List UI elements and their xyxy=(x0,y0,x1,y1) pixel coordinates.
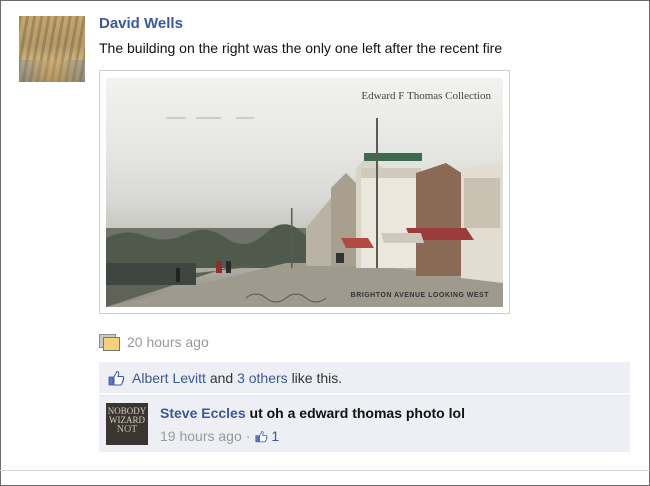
comment-meta: 19 hours ago · 1 xyxy=(160,428,279,444)
likes-connector: and xyxy=(209,369,234,386)
comment-text: ut oh a edward thomas photo lol xyxy=(249,405,465,421)
author-avatar[interactable] xyxy=(19,16,85,82)
comment-item: NOBODY WIZARD NOT Steve Eccles ut oh a e… xyxy=(99,395,630,452)
thumbs-up-icon[interactable] xyxy=(108,370,125,386)
post-photo-frame[interactable]: Edward F Thomas Collection BRIGHTON AVEN… xyxy=(99,70,510,314)
post-author-link[interactable]: David Wells xyxy=(99,15,183,32)
others-link[interactable]: 3 others xyxy=(237,370,288,386)
photo-caption: Edward F Thomas Collection xyxy=(361,90,491,102)
likes-text: Albert Levitt and 3 others like this. xyxy=(132,370,342,386)
photo-icon xyxy=(99,334,120,351)
liker-link[interactable]: Albert Levitt xyxy=(132,370,206,386)
likes-suffix: like this. xyxy=(291,369,343,386)
postcard-title: BRIGHTON AVENUE LOOKING WEST xyxy=(350,292,489,299)
postcard-illustration xyxy=(106,117,503,307)
likes-summary: Albert Levitt and 3 others like this. xyxy=(99,362,630,393)
post-message: The building on the right was the only o… xyxy=(99,40,503,56)
comment-like-icon[interactable] xyxy=(255,430,268,443)
avatar-text-line: NOT xyxy=(116,424,138,435)
separator: · xyxy=(245,428,251,444)
comment-author-link[interactable]: Steve Eccles xyxy=(160,405,246,421)
post-photo[interactable]: Edward F Thomas Collection BRIGHTON AVEN… xyxy=(106,78,503,307)
post-timestamp-link[interactable]: 20 hours ago xyxy=(127,334,209,350)
post-meta: 20 hours ago xyxy=(99,333,209,351)
comment-timestamp-link[interactable]: 19 hours ago xyxy=(160,428,242,444)
divider xyxy=(0,470,650,471)
comment-line: Steve Eccles ut oh a edward thomas photo… xyxy=(160,405,465,421)
comment-avatar[interactable]: NOBODY WIZARD NOT xyxy=(106,403,148,445)
comment-like-count[interactable]: 1 xyxy=(271,428,279,444)
